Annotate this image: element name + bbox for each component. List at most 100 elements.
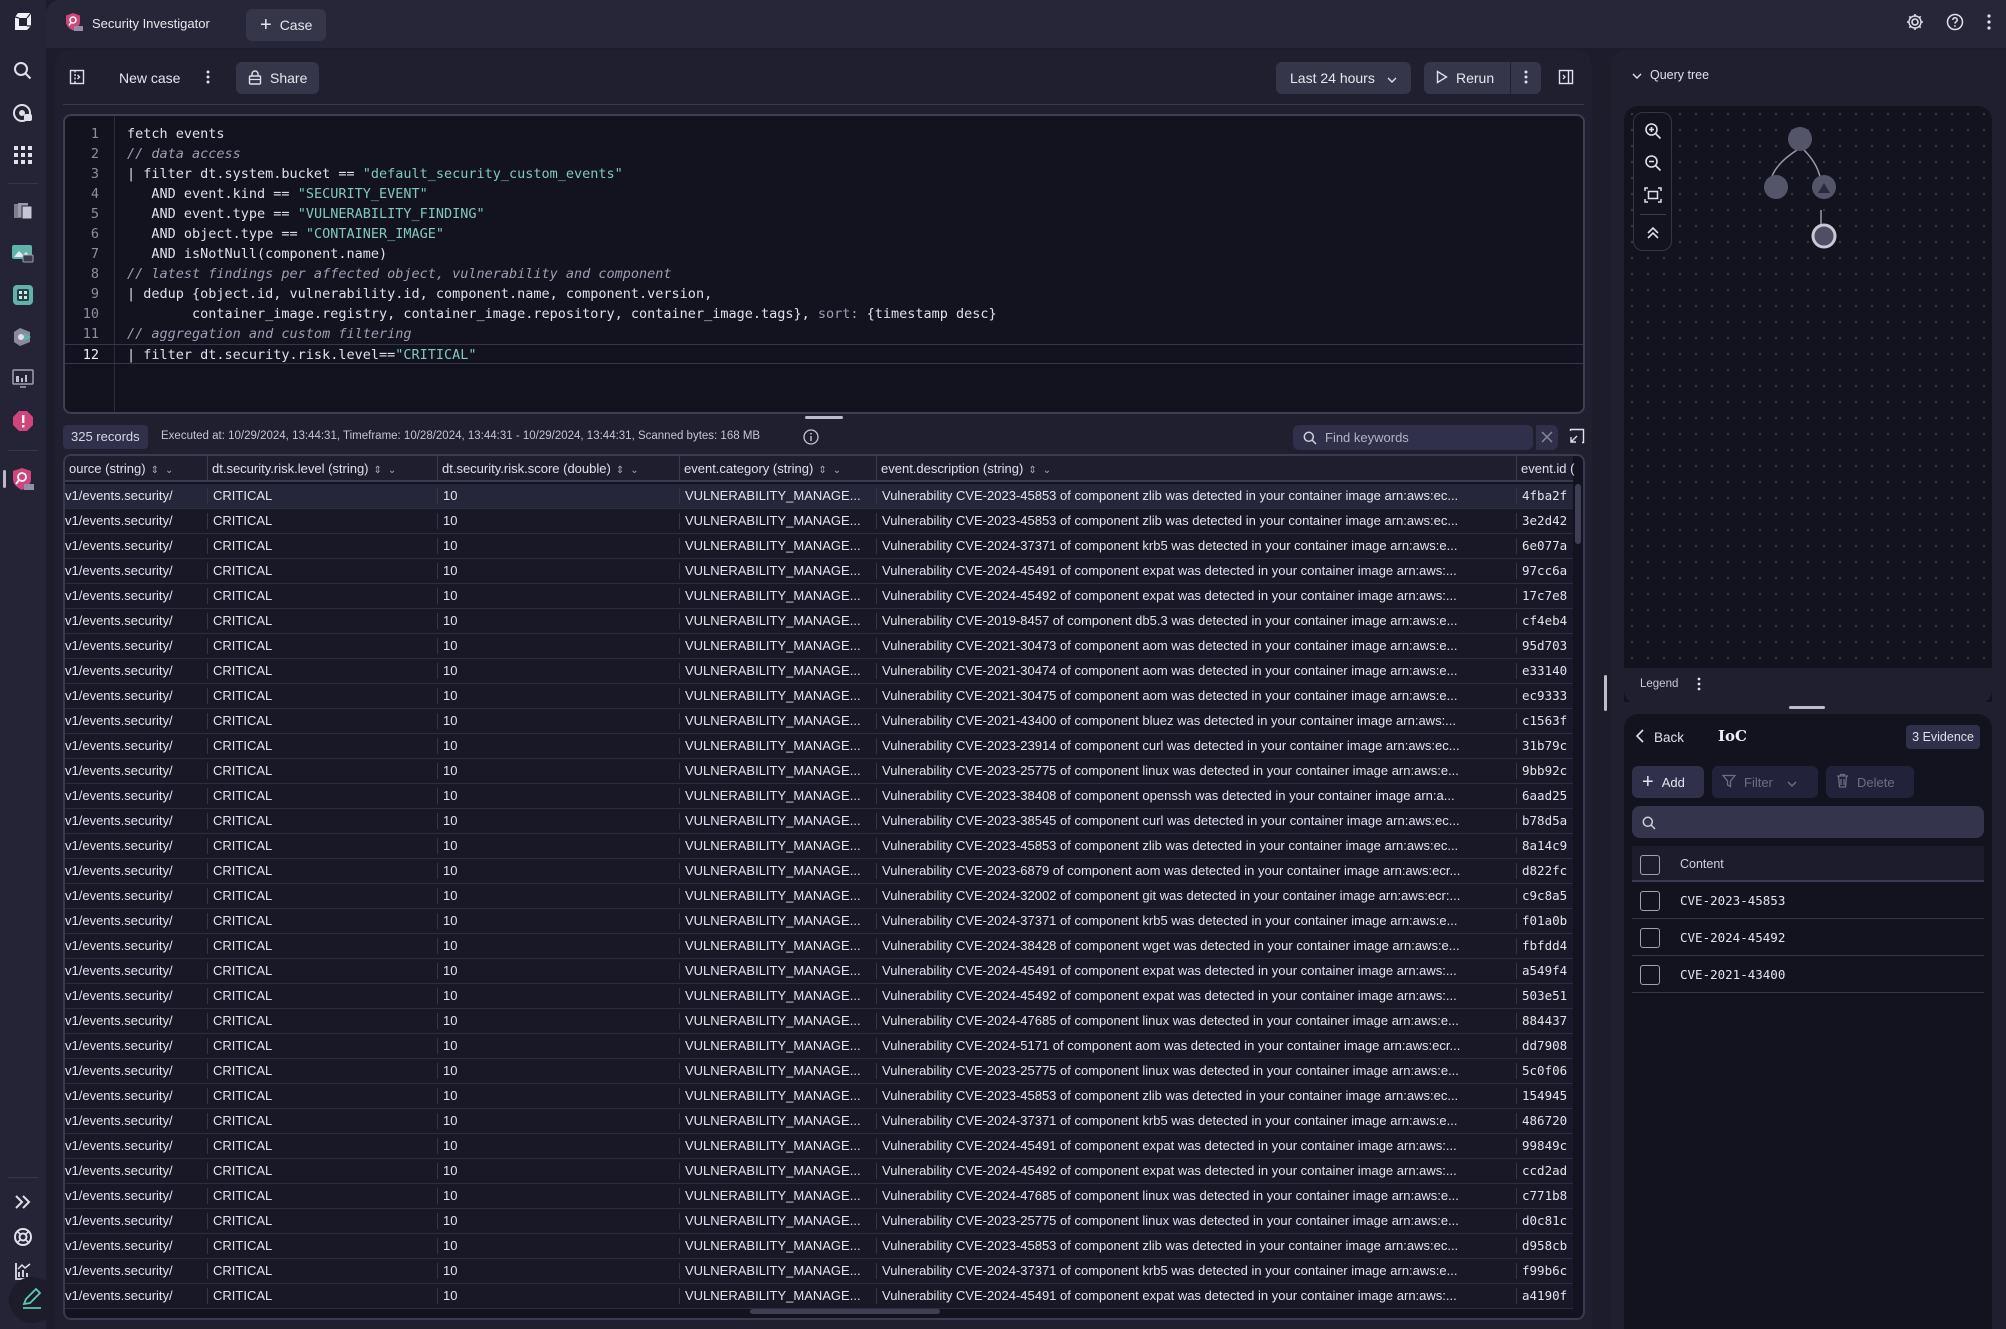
services-icon[interactable] — [10, 240, 36, 266]
code-line[interactable]: 11 // aggregation and custom filtering — [65, 324, 1583, 344]
table-row[interactable]: v1/events.security/CRITICAL 10 VULNERABILI… — [65, 809, 1573, 834]
select-all-checkbox[interactable] — [1640, 855, 1660, 875]
column-header[interactable]: dt.security.risk.score (double) ⇕ ⌄ — [437, 456, 679, 482]
table-row[interactable]: v1/events.security/CRITICAL 10 VULNERABILI… — [65, 984, 1573, 1009]
table-row[interactable]: v1/events.security/CRITICAL 10 VULNERABILI… — [65, 734, 1573, 759]
column-header[interactable]: ource (string) ⇕ ⌄ — [65, 456, 207, 482]
code-line[interactable]: 5 AND event.type == "VULNERABILITY_FINDI… — [65, 204, 1583, 224]
back-button[interactable]: Back — [1635, 729, 1684, 746]
column-header[interactable]: event.category (string) ⇕ ⌄ — [679, 456, 876, 482]
code-line[interactable]: 1 fetch events — [65, 124, 1583, 144]
table-row[interactable]: v1/events.security/CRITICAL 10 VULNERABILI… — [65, 934, 1573, 959]
edit-button[interactable] — [9, 1277, 55, 1323]
panel-splitter-handle[interactable] — [1604, 675, 1607, 711]
more-options-icon[interactable] — [1696, 676, 1702, 696]
vertical-scrollbar[interactable] — [1575, 484, 1581, 544]
table-row[interactable]: v1/events.security/CRITICAL 10 VULNERABILI… — [65, 1209, 1573, 1234]
more-options-icon[interactable] — [1986, 13, 1992, 35]
clear-search-button[interactable] — [1536, 425, 1558, 450]
add-ioc-button[interactable]: + Add — [1632, 766, 1704, 798]
code-line[interactable]: 12 | filter dt.security.risk.level=="CRIT… — [65, 344, 1583, 364]
table-row[interactable]: v1/events.security/CRITICAL 10 VULNERABILI… — [65, 534, 1573, 559]
table-row[interactable]: v1/events.security/CRITICAL 10 VULNERABILI… — [65, 1234, 1573, 1259]
table-row[interactable]: v1/events.security/CRITICAL 10 VULNERABILI… — [65, 959, 1573, 984]
ioc-row[interactable]: CVE-2024-45492 — [1632, 919, 1984, 956]
table-row[interactable]: v1/events.security/CRITICAL 10 VULNERABILI… — [65, 1184, 1573, 1209]
security-investigator-icon[interactable] — [10, 466, 36, 492]
table-row[interactable]: v1/events.security/CRITICAL 10 VULNERABILI… — [65, 609, 1573, 634]
row-checkbox[interactable] — [1640, 965, 1660, 985]
table-row[interactable]: v1/events.security/CRITICAL 10 VULNERABILI… — [65, 1059, 1573, 1084]
timeframe-selector[interactable]: Last 24 hours — [1276, 62, 1411, 94]
table-row[interactable]: v1/events.security/CRITICAL 10 VULNERABILI… — [65, 1134, 1573, 1159]
legend-label[interactable]: Legend — [1640, 678, 1678, 690]
horizontal-scrollbar[interactable] — [750, 1309, 940, 1314]
row-checkbox[interactable] — [1640, 891, 1660, 911]
table-row[interactable]: v1/events.security/CRITICAL 10 VULNERABILI… — [65, 1159, 1573, 1184]
filter-button[interactable]: Filter — [1712, 766, 1818, 798]
column-header[interactable]: event.description (string) ⇕ ⌄ — [876, 456, 1516, 482]
case-menu-button[interactable] — [205, 62, 211, 94]
table-row[interactable]: v1/events.security/CRITICAL 10 VULNERABILI… — [65, 659, 1573, 684]
case-name[interactable]: New case — [119, 62, 180, 94]
table-row[interactable]: v1/events.security/CRITICAL 10 VULNERABILI… — [65, 884, 1573, 909]
share-button[interactable]: Share — [236, 62, 320, 94]
kubernetes-icon[interactable] — [10, 324, 36, 350]
ioc-row[interactable]: CVE-2021-43400 — [1632, 956, 1984, 993]
new-case-button[interactable]: + Case — [246, 9, 327, 41]
find-keywords-input[interactable]: Find keywords — [1293, 425, 1533, 450]
table-row[interactable]: v1/events.security/CRITICAL 10 VULNERABILI… — [65, 559, 1573, 584]
code-line[interactable]: 2 // data access — [65, 144, 1583, 164]
toggle-sidebar-button[interactable] — [69, 62, 85, 94]
vertical-resize-handle[interactable] — [1789, 706, 1825, 709]
table-row[interactable]: v1/events.security/CRITICAL 10 VULNERABILI… — [65, 584, 1573, 609]
column-header[interactable]: dt.security.risk.level (string) ⇕ ⌄ — [207, 456, 437, 482]
row-checkbox[interactable] — [1640, 928, 1660, 948]
table-row[interactable]: v1/events.security/CRITICAL 10 VULNERABILI… — [65, 1259, 1573, 1284]
ioc-search-input[interactable] — [1632, 806, 1984, 838]
code-line[interactable]: 9 | dedup {object.id, vulnerability.id, c… — [65, 284, 1583, 304]
dql-code-editor[interactable]: 1 fetch events 2 // data access 3 | filter dt… — [63, 114, 1585, 414]
info-icon[interactable] — [803, 429, 819, 449]
dashboards-icon[interactable] — [10, 282, 36, 308]
help-icon[interactable] — [1946, 13, 1964, 35]
copilot-icon[interactable] — [10, 100, 36, 126]
table-row[interactable]: v1/events.security/CRITICAL 10 VULNERABILI… — [65, 634, 1573, 659]
table-row[interactable]: v1/events.security/CRITICAL 10 VULNERABILI… — [65, 1284, 1573, 1309]
problems-icon[interactable] — [10, 408, 36, 434]
table-row[interactable]: v1/events.security/CRITICAL 10 VULNERABILI… — [65, 859, 1573, 884]
table-row[interactable]: v1/events.security/CRITICAL 10 VULNERABILI… — [65, 909, 1573, 934]
column-header[interactable]: event.id ( — [1516, 456, 1583, 482]
table-row[interactable]: v1/events.security/CRITICAL 10 VULNERABILI… — [65, 684, 1573, 709]
toggle-right-panel-button[interactable] — [1558, 62, 1574, 94]
evidence-count-badge[interactable]: 3 Evidence — [1906, 725, 1980, 749]
infrastructure-icon[interactable] — [10, 198, 36, 224]
table-row[interactable]: v1/events.security/CRITICAL 10 VULNERABILI… — [65, 784, 1573, 809]
query-tree-canvas[interactable] — [1624, 106, 1992, 702]
table-row[interactable]: v1/events.security/CRITICAL 10 VULNERABILI… — [65, 1084, 1573, 1109]
rerun-options-button[interactable] — [1511, 62, 1541, 94]
delete-button[interactable]: Delete — [1826, 766, 1914, 798]
table-row[interactable]: v1/events.security/CRITICAL 10 VULNERABILI… — [65, 1009, 1573, 1034]
code-line[interactable]: 10 container_image.registry, container_i… — [65, 304, 1583, 324]
code-line[interactable]: 3 | filter dt.system.bucket == "default_s… — [65, 164, 1583, 184]
code-line[interactable]: 7 AND isNotNull(component.name) — [65, 244, 1583, 264]
ioc-row[interactable]: CVE-2023-45853 — [1632, 882, 1984, 919]
code-line[interactable]: 8 // latest findings per affected object,… — [65, 264, 1583, 284]
frontend-monitor-icon[interactable] — [10, 366, 36, 392]
table-row[interactable]: v1/events.security/CRITICAL 10 VULNERABILI… — [65, 709, 1573, 734]
rerun-button[interactable]: Rerun — [1424, 62, 1510, 94]
fullscreen-icon[interactable] — [1569, 428, 1585, 448]
settings-gear-icon[interactable] — [1906, 13, 1924, 35]
code-line[interactable]: 6 AND object.type == "CONTAINER_IMAGE" — [65, 224, 1583, 244]
dynatrace-logo-icon[interactable] — [10, 9, 36, 35]
table-row[interactable]: v1/events.security/CRITICAL 10 VULNERABILI… — [65, 759, 1573, 784]
search-icon[interactable] — [10, 58, 36, 84]
table-row[interactable]: v1/events.security/CRITICAL 10 VULNERABILI… — [65, 484, 1573, 509]
table-row[interactable]: v1/events.security/CRITICAL 10 VULNERABILI… — [65, 1109, 1573, 1134]
table-row[interactable]: v1/events.security/CRITICAL 10 VULNERABILI… — [65, 1034, 1573, 1059]
editor-resize-handle[interactable] — [805, 416, 843, 419]
table-row[interactable]: v1/events.security/CRITICAL 10 VULNERABILI… — [65, 509, 1573, 534]
apps-grid-icon[interactable] — [10, 142, 36, 168]
support-icon[interactable] — [10, 1224, 36, 1250]
